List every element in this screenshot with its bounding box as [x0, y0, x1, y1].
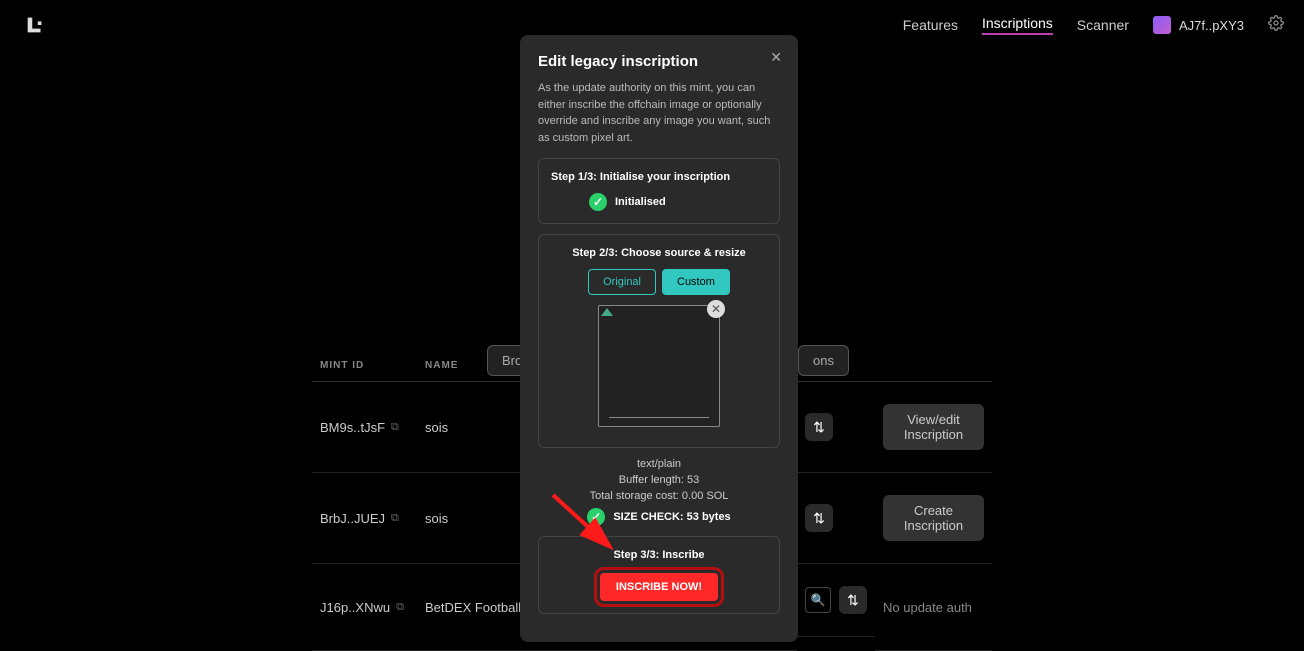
trade-icon[interactable]: ⇅: [805, 504, 833, 532]
nav-scanner[interactable]: Scanner: [1077, 17, 1129, 33]
mint-id-text: J16p..XNwu: [320, 600, 390, 615]
actions-button[interactable]: ons: [798, 345, 849, 376]
app-logo[interactable]: [20, 10, 50, 40]
trade-icon[interactable]: ⇅: [805, 413, 833, 441]
settings-gear-icon[interactable]: [1268, 15, 1284, 36]
no-update-auth-label: No update auth: [883, 600, 972, 615]
nav-features[interactable]: Features: [903, 17, 958, 33]
modal-title: Edit legacy inscription: [538, 53, 780, 70]
trade-icon[interactable]: ⇅: [839, 586, 867, 614]
tab-original[interactable]: Original: [588, 269, 656, 295]
tab-custom[interactable]: Custom: [662, 269, 730, 295]
step3-title: Step 3/3: Inscribe: [551, 549, 767, 561]
user-avatar: [1153, 16, 1171, 34]
mime-type-label: text/plain: [538, 458, 780, 470]
mint-id-text: BrbJ..JUEJ: [320, 511, 385, 526]
mint-id-text: BM9s..tJsF: [320, 420, 385, 435]
inscribe-now-button[interactable]: INSCRIBE NOW!: [600, 573, 718, 601]
create-inscription-button[interactable]: Create Inscription: [883, 495, 984, 541]
broken-image-icon: [601, 308, 613, 316]
close-icon[interactable]: ✕: [770, 49, 782, 66]
view-edit-inscription-button[interactable]: View/edit Inscription: [883, 404, 984, 450]
storage-cost-label: Total storage cost: 0.00 SOL: [538, 490, 780, 502]
copy-icon[interactable]: ⧉: [391, 512, 399, 525]
step2-title: Step 2/3: Choose source & resize: [551, 247, 767, 259]
step1-status: Initialised: [615, 196, 666, 208]
user-wallet-short: AJ7f..pXY3: [1179, 18, 1244, 33]
step1-title: Step 1/3: Initialise your inscription: [551, 171, 767, 183]
search-icon[interactable]: 🔍: [805, 587, 831, 613]
check-icon: ✓: [587, 508, 605, 526]
copy-icon[interactable]: ⧉: [391, 421, 399, 434]
check-icon: ✓: [589, 193, 607, 211]
image-preview: ✕: [598, 305, 720, 427]
user-wallet-badge[interactable]: AJ7f..pXY3: [1153, 16, 1244, 34]
nav-inscriptions[interactable]: Inscriptions: [982, 15, 1053, 35]
remove-image-icon[interactable]: ✕: [707, 300, 725, 318]
modal-description: As the update authority on this mint, yo…: [538, 80, 780, 146]
copy-icon[interactable]: ⧉: [396, 601, 404, 614]
col-mint-id: MINT ID: [312, 350, 417, 382]
buffer-length-label: Buffer length: 53: [538, 474, 780, 486]
edit-inscription-modal: ✕ Edit legacy inscription As the update …: [520, 35, 798, 642]
size-check-label: SIZE CHECK: 53 bytes: [613, 511, 730, 523]
